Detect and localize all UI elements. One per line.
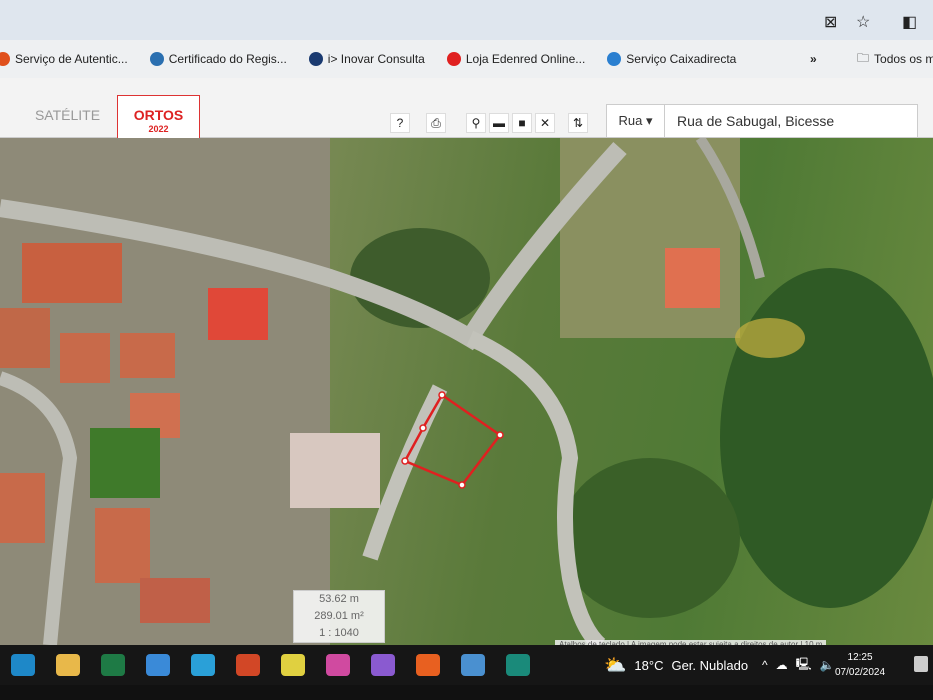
weather-temp: 18°C: [634, 657, 664, 673]
map-toolbar: SATÉLITE ORTOS 2022 ? ⎙ ⚲ ▬ ■ ✕ ⇅ Rua ▾: [0, 78, 933, 138]
bookmark-label: Loja Edenred Online...: [465, 52, 586, 66]
building-roof: [120, 333, 175, 378]
flower-patch: [735, 318, 805, 358]
star-icon[interactable]: ☆: [856, 12, 870, 32]
building-roof: [0, 473, 45, 543]
help-button[interactable]: ?: [390, 113, 410, 133]
bookmark[interactable]: i> Inovar Consulta: [308, 52, 425, 66]
edge-icon[interactable]: [191, 654, 215, 676]
clock-date: 07/02/2024: [835, 667, 886, 678]
show-hidden-icons-icon[interactable]: ^: [762, 658, 768, 672]
tab-ortos-label: ORTOS: [133, 107, 184, 123]
building-roof: [140, 578, 210, 623]
bookmark[interactable]: Certificado do Regis...: [149, 52, 287, 66]
tab-ortos-year: 2022: [148, 124, 169, 134]
edge-icon[interactable]: [11, 654, 35, 676]
map-canvas[interactable]: [0, 138, 933, 645]
marker-tool-button[interactable]: ⚲: [466, 113, 486, 133]
line-tool-button[interactable]: ▬: [489, 113, 509, 133]
clear-button[interactable]: ✕: [535, 113, 555, 133]
road: [362, 384, 448, 561]
media-icon[interactable]: [371, 654, 395, 676]
building-roof: [208, 288, 268, 340]
area-readout: 289.01 m²: [314, 610, 364, 622]
notifications-icon[interactable]: [914, 656, 928, 672]
powerpoint-icon[interactable]: [236, 654, 260, 676]
distance-readout: 53.62 m: [319, 593, 359, 605]
scale-readout: 1 : 1040: [319, 627, 359, 639]
bookmark-label: Serviço Caixadirecta: [626, 52, 737, 66]
more-bookmarks-button[interactable]: »: [810, 52, 817, 66]
building-roof: [60, 333, 110, 383]
paint-icon[interactable]: [326, 654, 350, 676]
building-roof: [22, 243, 122, 303]
file-explorer-icon[interactable]: [56, 654, 80, 676]
sidebar-icon[interactable]: ◧: [902, 12, 917, 32]
building-roof: [665, 248, 720, 308]
system-tray: ^ ☁ 🖳 🔈: [762, 645, 835, 685]
network-icon[interactable]: 🖳: [796, 655, 812, 676]
camera-off-icon[interactable]: ⊠: [824, 12, 837, 32]
orthophoto: [0, 138, 933, 645]
clock[interactable]: 12:25 07/02/2024: [835, 650, 885, 680]
bookmarks-bar: Serviço de Autentic... Certificado do Re…: [0, 40, 933, 78]
mail-icon[interactable]: [146, 654, 170, 676]
publisher-icon[interactable]: [506, 654, 530, 676]
lawn: [90, 428, 160, 498]
area-tool-button[interactable]: ■: [512, 113, 532, 133]
building-roof: [290, 433, 380, 508]
folder-icon: 🗀: [857, 50, 870, 65]
bookmark-label: i> Inovar Consulta: [327, 52, 425, 66]
street-search-input[interactable]: [665, 113, 915, 129]
calculator-icon[interactable]: [461, 654, 485, 676]
tab-satellite[interactable]: SATÉLITE: [20, 95, 115, 138]
print-button[interactable]: ⎙: [426, 113, 446, 133]
bookmark-icon: [607, 52, 622, 66]
all-bookmarks-folder[interactable]: 🗀 Todos os m: [857, 49, 933, 70]
bookmark[interactable]: Serviço de Autentic...: [0, 52, 128, 66]
bookmark-icon: [446, 52, 461, 66]
sort-button[interactable]: ⇅: [568, 113, 588, 133]
bookmark-icon: [0, 52, 10, 66]
building-roof: [95, 508, 150, 583]
tree-cluster: [560, 458, 740, 618]
chrome-icon[interactable]: [281, 654, 305, 676]
search-type-select[interactable]: Rua ▾: [607, 105, 665, 137]
excel-icon[interactable]: [101, 654, 125, 676]
firefox-icon[interactable]: [416, 654, 440, 676]
weather-widget[interactable]: ⛅ 18°C Ger. Nublado: [604, 645, 748, 685]
bookmark[interactable]: Loja Edenred Online...: [446, 52, 586, 66]
bookmark-label: Certificado do Regis...: [168, 52, 287, 66]
weather-desc: Ger. Nublado: [671, 657, 749, 673]
onedrive-icon[interactable]: ☁: [776, 658, 788, 672]
measurement-panel: 53.62 m 289.01 m² 1 : 1040: [293, 590, 385, 643]
volume-icon[interactable]: 🔈: [820, 658, 835, 672]
bookmark-label: Serviço de Autentic...: [15, 52, 128, 66]
cloud-sun-icon: ⛅: [604, 654, 627, 675]
tab-ortos[interactable]: ORTOS 2022: [117, 95, 200, 138]
tree-cluster: [720, 268, 933, 608]
folder-label: Todos os m: [874, 52, 933, 66]
street-search: Rua ▾: [606, 104, 918, 138]
building-roof: [0, 308, 50, 368]
clock-time: 12:25: [847, 652, 873, 663]
bookmark-icon: [149, 52, 164, 66]
bookmark[interactable]: Serviço Caixadirecta: [607, 52, 736, 66]
browser-top-bar: ⊠ ☆ ◧: [0, 0, 933, 40]
bookmark-icon: [308, 52, 323, 66]
